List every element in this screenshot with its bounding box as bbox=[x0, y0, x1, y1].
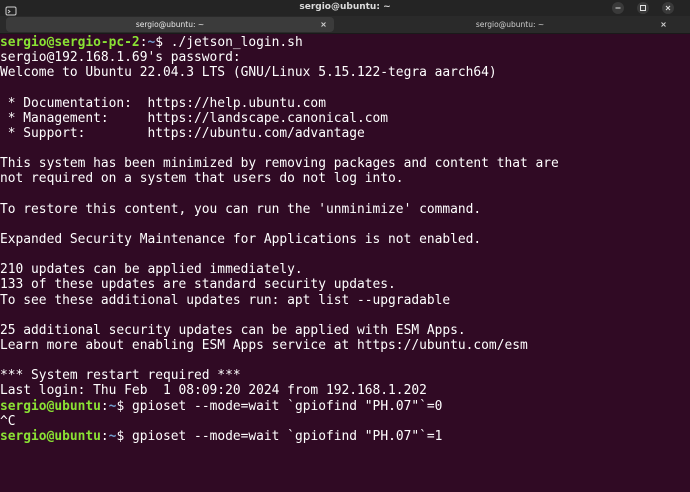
prompt-symbol: $ bbox=[116, 428, 132, 444]
tab-bar: sergio@ubuntu: ~ sergio@ubuntu: ~ bbox=[0, 16, 690, 34]
terminal-window: sergio@ubuntu: ~ sergio@ubuntu: ~ sergio… bbox=[0, 0, 690, 492]
prompt-separator: : bbox=[100, 398, 109, 414]
output-line: Expanded Security Maintenance for Applic… bbox=[0, 232, 481, 247]
tab-terminal-1[interactable]: sergio@ubuntu: ~ bbox=[6, 17, 334, 32]
tab-label: sergio@ubuntu: ~ bbox=[475, 20, 545, 29]
tab-label: sergio@ubuntu: ~ bbox=[135, 20, 205, 29]
minimize-icon[interactable] bbox=[612, 2, 624, 14]
tab-terminal-2[interactable]: sergio@ubuntu: ~ bbox=[346, 17, 674, 32]
output-line: To restore this content, you can run the… bbox=[0, 202, 481, 217]
prompt-user: sergio@ubuntu bbox=[0, 428, 101, 444]
tab-close-icon[interactable] bbox=[319, 20, 328, 29]
output-text: Learn more about enabling ESM Apps servi… bbox=[0, 338, 528, 353]
output-line: 133 of these updates are standard securi… bbox=[0, 277, 396, 292]
output-text: sergio@192.168.1.69's password: bbox=[0, 50, 241, 66]
output-line: *** System restart required *** bbox=[0, 368, 241, 383]
command-text: ./jetson_login.sh bbox=[170, 35, 303, 50]
output-text: *** System restart required *** bbox=[0, 368, 241, 384]
output-text: 25 additional security updates can be ap… bbox=[0, 322, 466, 338]
output-text: 210 updates can be applied immediately. bbox=[0, 262, 303, 278]
output-text: ^C bbox=[0, 413, 16, 429]
tab-close-icon[interactable] bbox=[659, 20, 668, 29]
prompt-user: sergio@sergio-pc-2 bbox=[0, 35, 140, 50]
output-line: 25 additional security updates can be ap… bbox=[0, 323, 466, 338]
output-text: Welcome to Ubuntu 22.04.3 LTS (GNU/Linux… bbox=[0, 65, 497, 81]
maximize-icon[interactable] bbox=[637, 2, 649, 14]
output-line: This system has been minimized by removi… bbox=[0, 156, 559, 171]
output-text: This system has been minimized by removi… bbox=[0, 156, 559, 172]
output-text: * Documentation: https://help.ubuntu.com bbox=[0, 95, 326, 111]
output-line: * Management: https://landscape.canonica… bbox=[0, 111, 388, 126]
output-text: not required on a system that users do n… bbox=[0, 171, 404, 187]
terminal-output[interactable]: sergio@sergio-pc-2:~$ ./jetson_login.sh s… bbox=[0, 34, 690, 492]
output-line: ^C bbox=[0, 414, 16, 429]
title-bar[interactable]: sergio@ubuntu: ~ bbox=[0, 0, 690, 16]
prompt-separator: : bbox=[100, 428, 109, 444]
output-line: Welcome to Ubuntu 22.04.3 LTS (GNU/Linux… bbox=[0, 65, 497, 80]
prompt-line: sergio@ubuntu:~$ gpioset --mode=wait `gp… bbox=[0, 429, 442, 444]
output-text: Expanded Security Maintenance for Applic… bbox=[0, 231, 482, 247]
output-line: not required on a system that users do n… bbox=[0, 171, 404, 186]
prompt-symbol: $ bbox=[116, 398, 132, 414]
prompt-line: sergio@sergio-pc-2:~$ ./jetson_login.sh bbox=[0, 35, 303, 50]
command-text: gpioset --mode=wait `gpiofind "PH.07"`=0 bbox=[131, 398, 443, 414]
prompt-line: sergio@ubuntu:~$ gpioset --mode=wait `gp… bbox=[0, 399, 442, 414]
output-text: 133 of these updates are standard securi… bbox=[0, 277, 396, 293]
output-line: * Documentation: https://help.ubuntu.com bbox=[0, 96, 326, 111]
output-text: * Support: https://ubuntu.com/advantage bbox=[0, 125, 365, 141]
output-text: To restore this content, you can run the… bbox=[0, 201, 482, 217]
output-line: Learn more about enabling ESM Apps servi… bbox=[0, 338, 528, 353]
output-text: Last login: Thu Feb 1 08:09:20 2024 from… bbox=[0, 383, 427, 399]
output-line: To see these additional updates run: apt… bbox=[0, 293, 450, 308]
output-line: 210 updates can be applied immediately. bbox=[0, 262, 303, 277]
output-text: To see these additional updates run: apt… bbox=[0, 292, 451, 308]
command-text: gpioset --mode=wait `gpiofind "PH.07"`=1 bbox=[131, 428, 443, 444]
window-title: sergio@ubuntu: ~ bbox=[299, 2, 391, 12]
prompt-symbol: $ bbox=[155, 35, 171, 50]
output-line: sergio@192.168.1.69's password: bbox=[0, 50, 241, 65]
prompt-user: sergio@ubuntu bbox=[0, 398, 101, 414]
output-line: Last login: Thu Feb 1 08:09:20 2024 from… bbox=[0, 383, 427, 398]
close-icon[interactable] bbox=[662, 2, 674, 14]
output-line: * Support: https://ubuntu.com/advantage bbox=[0, 126, 365, 141]
output-text: * Management: https://landscape.canonica… bbox=[0, 110, 389, 126]
